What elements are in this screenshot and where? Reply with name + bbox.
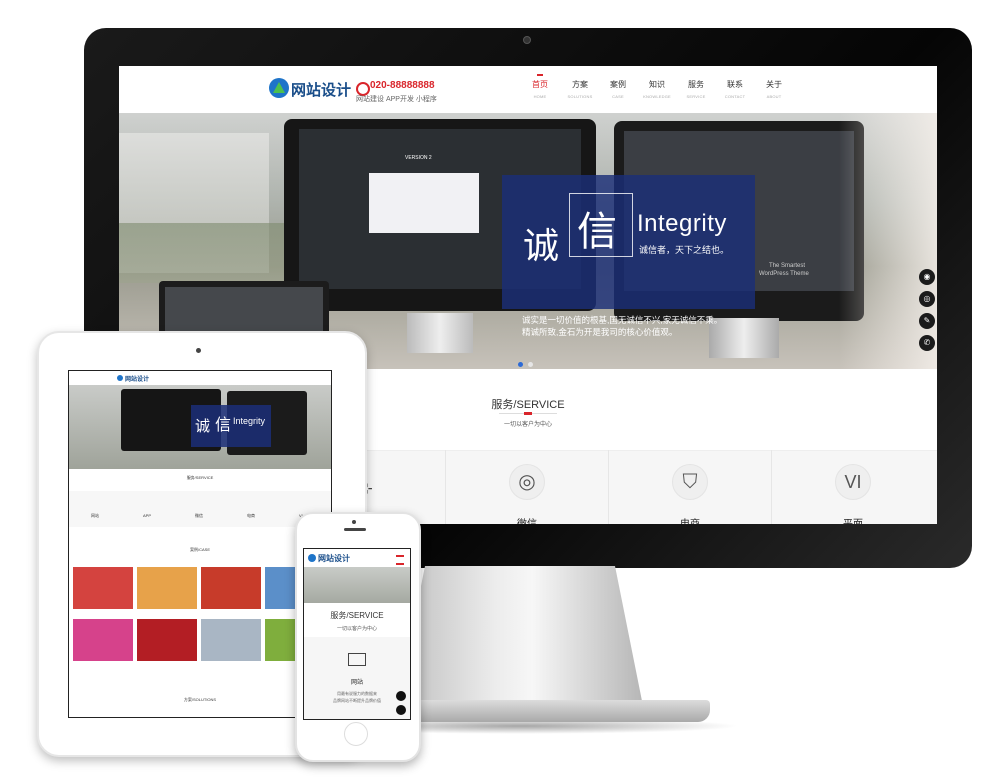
- nav-sublabel: HOME: [533, 94, 547, 99]
- nav-sublabel: KNOWLEDGE: [643, 94, 671, 99]
- monitor-icon: [348, 653, 366, 666]
- ipad-hero-char-2: 信: [215, 417, 232, 434]
- slider-dot-active[interactable]: [518, 362, 523, 367]
- hero-paragraph-1: 诚实是一切价值的根基,国无诚信不兴,家无诚信不乘。: [522, 315, 723, 325]
- nav-service[interactable]: 服务 SERVICE: [676, 79, 716, 99]
- hero-title-en: Integrity: [637, 210, 727, 237]
- nav-case[interactable]: 案例 CASE: [598, 79, 638, 99]
- ipad-case-thumb[interactable]: [73, 619, 133, 661]
- ipad-screen: 网站设计 诚 信 Integrity 服务/SERVICE 网站 APP 微信 …: [68, 370, 332, 718]
- service-name: 平面: [843, 515, 863, 524]
- header-phone-subtitle: 网站建设 APP开发 小程序: [356, 96, 437, 103]
- iphone-camera: [352, 520, 356, 524]
- hero-char-1: 诚: [523, 226, 560, 267]
- iphone-service-subtitle: 一切以客户为中心: [336, 626, 377, 632]
- nav-sublabel: CASE: [612, 94, 624, 99]
- wechat-icon[interactable]: ◎: [919, 291, 935, 307]
- hero-screen-version: VERSION 2: [405, 155, 432, 161]
- edit-icon[interactable]: ✎: [919, 313, 935, 329]
- logo-icon[interactable]: [269, 78, 289, 98]
- hero-light: [839, 113, 937, 369]
- nav-sublabel: SOLUTIONS: [567, 94, 593, 99]
- ipad-service-band: [69, 491, 331, 527]
- ipad-hero-title-en: Integrity: [233, 416, 266, 426]
- nav-label: 首页: [532, 80, 548, 89]
- iphone-hero: [304, 567, 410, 603]
- ipad-case-thumb[interactable]: [201, 619, 261, 661]
- service-card-vi[interactable]: VI 平面: [771, 450, 935, 524]
- hero-screen-text: WordPress Theme: [759, 271, 809, 277]
- site-header: 网站设计 020-88888888 网站建设 APP开发 小程序 首页 HOME…: [119, 66, 937, 114]
- iphone-service-desc: 品牌网站不断提升品牌价值: [333, 698, 381, 703]
- nav-label: 联系: [727, 80, 743, 89]
- nav-solutions[interactable]: 方案 SOLUTIONS: [560, 79, 600, 99]
- hero-screen-text: The Smartest: [769, 263, 806, 269]
- service-name: 微信: [517, 515, 537, 524]
- qq-icon[interactable]: [396, 691, 406, 701]
- service-card-ecommerce[interactable]: ⛉ 电商: [608, 450, 772, 524]
- ipad-case-thumb[interactable]: [137, 567, 197, 609]
- logo-icon: [308, 554, 316, 562]
- menu-icon[interactable]: [396, 555, 404, 565]
- hero-monitor-center-page: [369, 173, 479, 233]
- iphone-speaker: [344, 528, 366, 531]
- nav-about[interactable]: 关于 ABOUT: [754, 79, 794, 99]
- ipad-service-item[interactable]: APP: [143, 513, 151, 518]
- hero-paragraph-2: 精诚所致,金石为开是我司的核心价值观。: [522, 327, 678, 337]
- iphone-service-desc: 用最有说服力的数据来: [337, 691, 377, 696]
- ipad-camera: [196, 348, 201, 353]
- nav-sublabel: SERVICE: [686, 94, 706, 99]
- ipad-service-item[interactable]: 网站: [91, 513, 99, 519]
- iphone-service-title: 服务/SERVICE: [330, 611, 384, 620]
- ipad-case-title: 案例/CASE: [189, 547, 210, 552]
- ipad-service-title: 服务/SERVICE: [186, 475, 214, 480]
- iphone-logo-text: 网站设计: [318, 553, 350, 563]
- nav-sublabel: ABOUT: [766, 94, 782, 99]
- phone-icon[interactable]: ✆: [919, 335, 935, 351]
- qq-icon[interactable]: ◉: [919, 269, 935, 285]
- hero-monitor-center-stand: [407, 313, 473, 353]
- service-name: 电商: [680, 515, 700, 524]
- logo-icon: [117, 375, 123, 381]
- nav-knowledge[interactable]: 知识 KNOWLEDGE: [637, 79, 677, 99]
- nav-label: 知识: [649, 80, 665, 89]
- ipad-case-thumb[interactable]: [137, 619, 197, 661]
- ipad-logo-text: 网站设计: [125, 376, 150, 383]
- nav-label: 方案: [572, 80, 588, 89]
- service-accent-bar: [524, 412, 532, 415]
- hero-char-2: 信: [577, 210, 617, 254]
- nav-sublabel: CONTACT: [724, 94, 746, 99]
- header-phone-number: 020-88888888: [370, 80, 435, 91]
- iphone-screen: 网站设计 服务/SERVICE 一切以客户为中心 网站 用最有说服力的数据来 品…: [303, 548, 411, 720]
- nav-label: 关于: [766, 80, 782, 89]
- imac-camera: [523, 36, 531, 44]
- ipad-hero: 诚 信 Integrity: [69, 385, 331, 469]
- nav-label: 服务: [688, 80, 704, 89]
- wechat-icon: ◎: [509, 464, 545, 500]
- service-card-wechat[interactable]: ◎ 微信: [445, 450, 609, 524]
- nav-label: 案例: [610, 80, 626, 89]
- ipad-case-thumb[interactable]: [201, 567, 261, 609]
- hero-subtitle: 诚信者，天下之结也。: [639, 245, 730, 255]
- imac-stand: [395, 566, 645, 716]
- wechat-icon[interactable]: [396, 705, 406, 715]
- ipad-solutions-title: 方案/SOLUTIONS: [183, 697, 217, 702]
- site-logo-text[interactable]: 网站设计: [291, 79, 351, 100]
- nav-home[interactable]: 首页 HOME: [520, 74, 560, 99]
- slider-dot[interactable]: [528, 362, 533, 367]
- ipad-service-item[interactable]: 微信: [195, 513, 203, 519]
- nav-contact[interactable]: 联系 CONTACT: [715, 79, 755, 99]
- vi-icon: VI: [835, 464, 871, 500]
- shopping-bag-icon: ⛉: [672, 464, 708, 500]
- ipad-case-thumb[interactable]: [73, 567, 133, 609]
- iphone-home-button[interactable]: [344, 722, 368, 746]
- ipad-service-item[interactable]: 电商: [247, 513, 255, 519]
- iphone-service-name: 网站: [350, 680, 363, 686]
- ipad-hero-char-1: 诚: [195, 418, 211, 435]
